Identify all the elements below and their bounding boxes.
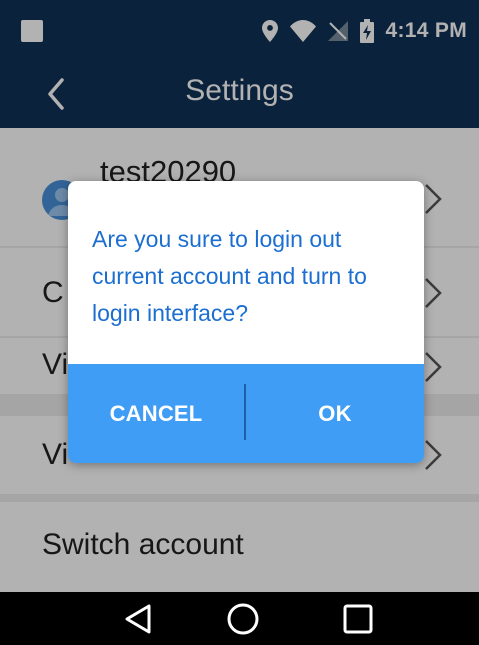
ok-button[interactable]: OK xyxy=(246,364,424,463)
cancel-button[interactable]: CANCEL xyxy=(68,364,244,463)
dialog-actions: CANCEL OK xyxy=(68,364,424,463)
home-circle-icon[interactable] xyxy=(225,601,261,637)
nav-bar xyxy=(0,592,479,645)
recents-square-icon[interactable] xyxy=(340,601,376,637)
dialog-body: Are you sure to login out current accoun… xyxy=(68,181,424,364)
back-triangle-icon[interactable] xyxy=(121,601,157,637)
logout-dialog: Are you sure to login out current accoun… xyxy=(68,181,424,463)
dialog-message: Are you sure to login out current accoun… xyxy=(92,226,367,326)
dim-overlay-top xyxy=(0,0,479,128)
